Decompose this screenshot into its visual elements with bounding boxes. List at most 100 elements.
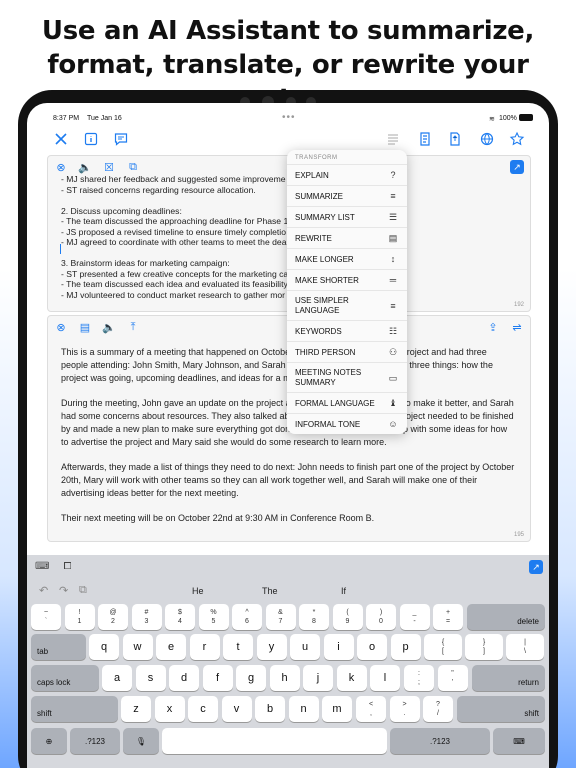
key-d[interactable]: d — [169, 665, 199, 691]
expand-arrow-icon[interactable]: ↗ — [510, 160, 524, 174]
key-y[interactable]: y — [256, 634, 287, 660]
menu-item-meeting-notes-summary[interactable]: MEETING NOTES SUMMARY ▭ — [287, 362, 407, 392]
key-r[interactable]: r — [189, 634, 220, 660]
key-o[interactable]: o — [357, 634, 387, 660]
menu-item-keywords[interactable]: KEYWORDS ☷ — [287, 320, 407, 341]
menu-item-explain[interactable]: EXPLAIN? — [287, 164, 407, 185]
key-n[interactable]: n — [288, 696, 319, 722]
key-g[interactable]: g — [236, 665, 266, 691]
caps-lock-key[interactable]: caps lock — [31, 665, 99, 691]
key-6[interactable]: ^ 6 — [232, 604, 262, 630]
key-9[interactable]: (9 — [332, 604, 363, 630]
key-0[interactable]: ) 0 — [366, 604, 396, 630]
delete-key[interactable]: delete — [467, 604, 545, 630]
key-1[interactable]: ! 1 — [64, 604, 95, 630]
key-p[interactable]: p — [390, 634, 421, 660]
insert-up-icon[interactable]: ⤒ — [126, 320, 140, 334]
number-key-left[interactable]: .?123 — [70, 728, 120, 754]
key-b[interactable]: b — [255, 696, 285, 722]
menu-item-informal-tone[interactable]: INFORMAL TONE ☺ — [287, 413, 407, 434]
menu-item-summarize[interactable]: SUMMARIZE ≡ — [287, 185, 407, 206]
microphone-key[interactable]: 🎙 — [123, 728, 159, 754]
return-key[interactable]: return — [472, 665, 545, 691]
key-bracket[interactable]: {[ — [424, 634, 462, 660]
number-key-right[interactable]: .?123 — [390, 728, 490, 754]
key-3[interactable]: #3 — [131, 604, 162, 630]
suggestion[interactable]: If — [341, 586, 346, 596]
scan-text-icon[interactable]: ⧠ — [63, 561, 71, 572]
globe-key[interactable]: ⊕ — [31, 728, 67, 754]
key-u[interactable]: u — [290, 634, 320, 660]
suggestion[interactable]: The — [262, 586, 278, 596]
key-k[interactable]: k — [336, 665, 367, 691]
key-bracket[interactable]: }] — [465, 634, 503, 660]
key-a[interactable]: a — [102, 665, 132, 691]
clear-icon[interactable]: ⊗ — [54, 160, 68, 174]
replace-icon[interactable]: ⇌ — [510, 320, 524, 334]
speaker-icon[interactable]: 🔈 — [78, 160, 92, 174]
scroll-icon[interactable] — [415, 129, 435, 149]
menu-item-formal-language[interactable]: FORMAL LANGUAGE ♝ — [287, 392, 407, 413]
key-punct[interactable]: >. — [389, 696, 420, 722]
info-icon[interactable] — [81, 129, 101, 149]
key-4[interactable]: $4 — [165, 604, 195, 630]
paste-icon[interactable]: ⧉ — [79, 584, 87, 597]
key-v[interactable]: v — [221, 696, 252, 722]
key-punct[interactable]: <, — [356, 696, 386, 722]
copy-icon[interactable]: ⧉ — [126, 160, 140, 174]
key-f[interactable]: f — [202, 665, 233, 691]
key-8[interactable]: * 8 — [299, 604, 329, 630]
key-5[interactable]: % 5 — [198, 604, 229, 630]
key-c[interactable]: c — [188, 696, 218, 722]
key--[interactable]: _ - — [399, 604, 430, 630]
star-icon[interactable] — [507, 129, 527, 149]
shift-key-right[interactable]: shift — [457, 696, 545, 722]
key-z[interactable]: z — [121, 696, 151, 722]
suggestion[interactable]: He — [192, 586, 204, 596]
document-icon[interactable] — [445, 129, 465, 149]
key-j[interactable]: j — [303, 665, 333, 691]
space-key[interactable] — [162, 728, 387, 754]
shift-key-left[interactable]: shift — [31, 696, 118, 722]
key-punct[interactable]: :; — [404, 665, 434, 691]
menu-item-rewrite[interactable]: REWRITE ▤ — [287, 227, 407, 248]
undo-icon[interactable]: ↶ — [39, 584, 48, 597]
menu-item-summary-list[interactable]: SUMMARY LIST ☰ — [287, 206, 407, 227]
menu-item-make-shorter[interactable]: MAKE SHORTER ═ — [287, 269, 407, 290]
key-bracket[interactable]: | \ — [506, 634, 544, 660]
format-icon[interactable] — [383, 129, 403, 149]
key-h[interactable]: h — [269, 665, 300, 691]
key-m[interactable]: m — [322, 696, 352, 722]
key-7[interactable]: & 7 — [265, 604, 296, 630]
notes-text[interactable]: - MJ shared her feedback and suggested s… — [61, 174, 291, 306]
comment-icon[interactable] — [111, 129, 131, 149]
key-x[interactable]: x — [154, 696, 185, 722]
redo-icon[interactable]: ↷ — [59, 584, 68, 597]
key-2[interactable]: @2 — [98, 604, 128, 630]
key-w[interactable]: w — [122, 634, 153, 660]
multitask-dots[interactable]: ••• — [282, 112, 296, 123]
key-=[interactable]: + = — [433, 604, 463, 630]
note-icon[interactable]: ▤ — [78, 320, 92, 334]
share-icon[interactable]: ⇪ — [486, 320, 500, 334]
menu-item-third-person[interactable]: THIRD PERSON ⚇ — [287, 341, 407, 362]
speaker-icon[interactable]: 🔈 — [102, 320, 116, 334]
hide-keyboard-key[interactable]: ⌨ — [493, 728, 545, 754]
favorite-icon[interactable]: ☒ — [102, 160, 116, 174]
expand-arrow-icon[interactable]: ↗ — [529, 560, 543, 574]
menu-item-use-simpler-language[interactable]: USE SIMPLER LANGUAGE ≡ — [287, 290, 407, 320]
key-q[interactable]: q — [89, 634, 119, 660]
key-punct[interactable]: " ' — [437, 665, 468, 691]
key-`[interactable]: ~ ` — [31, 604, 61, 630]
clear-icon[interactable]: ⊗ — [54, 320, 68, 334]
globe-icon[interactable] — [477, 129, 497, 149]
close-icon[interactable] — [51, 129, 71, 149]
key-i[interactable]: i — [323, 634, 354, 660]
tab-key[interactable]: tab — [31, 634, 86, 660]
key-s[interactable]: s — [135, 665, 166, 691]
keyboard-icon[interactable]: ⌨ — [35, 561, 49, 572]
menu-item-make-longer[interactable]: MAKE LONGER ↕ — [287, 248, 407, 269]
key-l[interactable]: l — [370, 665, 400, 691]
key-punct[interactable]: ? / — [423, 696, 453, 722]
key-e[interactable]: e — [156, 634, 186, 660]
